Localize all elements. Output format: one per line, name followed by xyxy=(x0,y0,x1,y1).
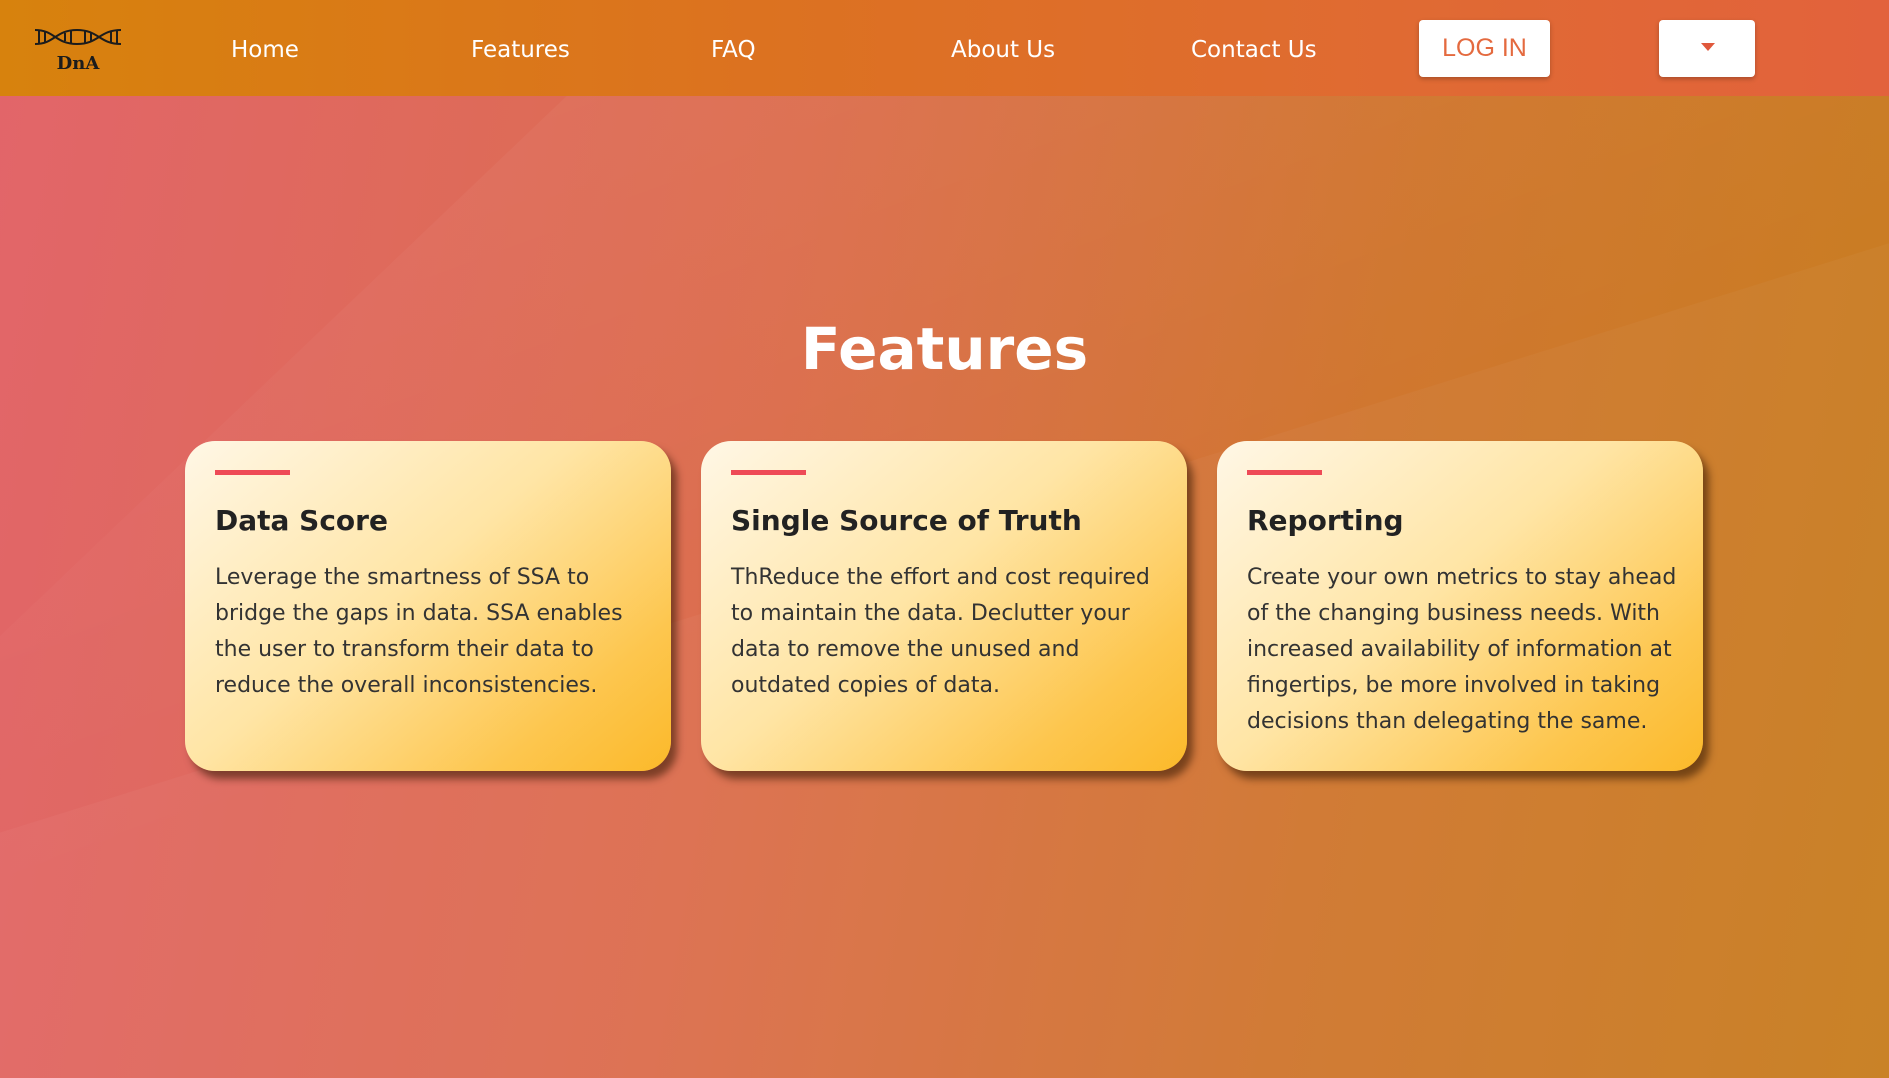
card-title: Reporting xyxy=(1247,504,1404,537)
nav-contact-link[interactable]: Contact Us xyxy=(1191,36,1317,64)
caret-down-icon xyxy=(1701,43,1715,51)
card-title: Single Source of Truth xyxy=(731,504,1082,537)
dropdown-button[interactable] xyxy=(1659,20,1755,77)
brand-logo[interactable]: DnA xyxy=(33,26,123,78)
card-description: Leverage the smartness of SSA to bridge … xyxy=(215,565,623,698)
nav-features-link[interactable]: Features xyxy=(471,36,570,64)
nav-about-link[interactable]: About Us xyxy=(951,36,1055,64)
feature-card-reporting: Reporting Create your own metrics to sta… xyxy=(1217,441,1703,771)
card-accent-bar xyxy=(1247,470,1322,475)
card-description: ThReduce the effort and cost required to… xyxy=(731,565,1150,698)
top-navbar: DnA Home Features FAQ About Us Contact U… xyxy=(0,0,1889,96)
logo-text: DnA xyxy=(56,53,100,74)
section-title: Features xyxy=(800,315,1089,383)
feature-card-data-score: Data Score Leverage the smartness of SSA… xyxy=(185,441,671,771)
dna-helix-icon xyxy=(34,28,122,46)
nav-home-link[interactable]: Home xyxy=(231,36,299,64)
card-description: Create your own metrics to stay ahead of… xyxy=(1247,565,1677,734)
feature-card-single-source: Single Source of Truth ThReduce the effo… xyxy=(701,441,1187,771)
card-title: Data Score xyxy=(215,504,388,537)
login-button[interactable]: LOG IN xyxy=(1419,20,1550,77)
card-accent-bar xyxy=(731,470,806,475)
card-accent-bar xyxy=(215,470,290,475)
nav-faq-link[interactable]: FAQ xyxy=(711,36,756,64)
